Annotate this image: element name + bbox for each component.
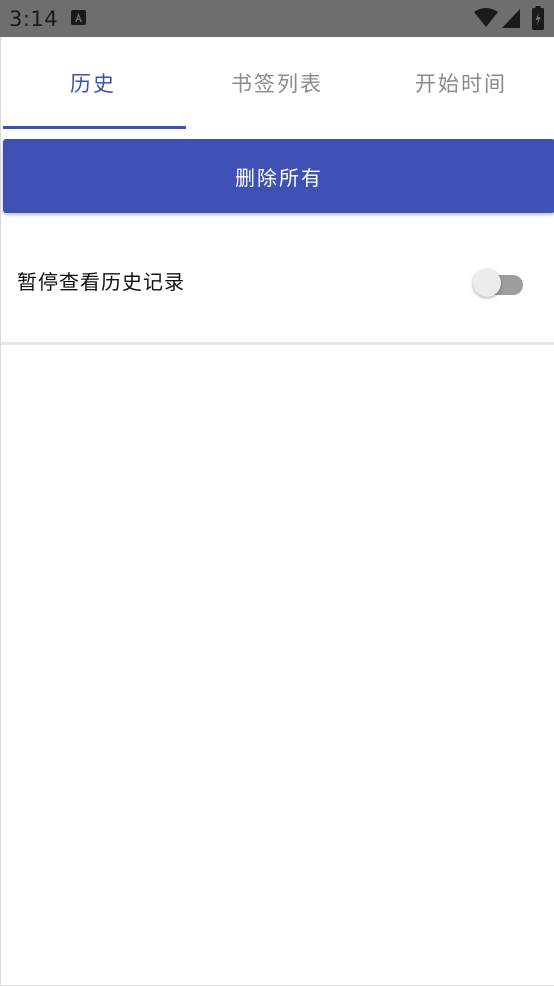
cellular-signal-icon <box>502 9 520 28</box>
tab-history[interactable]: 历史 <box>1 37 185 129</box>
pause-history-label: 暂停查看历史记录 <box>17 270 185 294</box>
a-notification-icon <box>71 10 86 25</box>
toggle-thumb <box>473 269 501 297</box>
tab-start-time[interactable]: 开始时间 <box>369 37 553 129</box>
active-tab-indicator <box>3 126 186 129</box>
wifi-icon <box>474 8 498 27</box>
divider <box>1 342 554 345</box>
tab-bookmarks[interactable]: 书签列表 <box>185 37 369 129</box>
tab-bar: 历史 书签列表 开始时间 <box>1 37 554 129</box>
battery-icon <box>532 6 544 30</box>
pause-history-toggle[interactable] <box>473 267 525 297</box>
app-content: 历史 书签列表 开始时间 删除所有 暂停查看历史记录 <box>0 37 554 986</box>
status-time: 3:14 <box>9 7 59 31</box>
delete-all-button[interactable]: 删除所有 <box>3 139 554 213</box>
pause-history-setting-row: 暂停查看历史记录 <box>1 233 554 333</box>
status-bar: 3:14 <box>0 0 554 37</box>
